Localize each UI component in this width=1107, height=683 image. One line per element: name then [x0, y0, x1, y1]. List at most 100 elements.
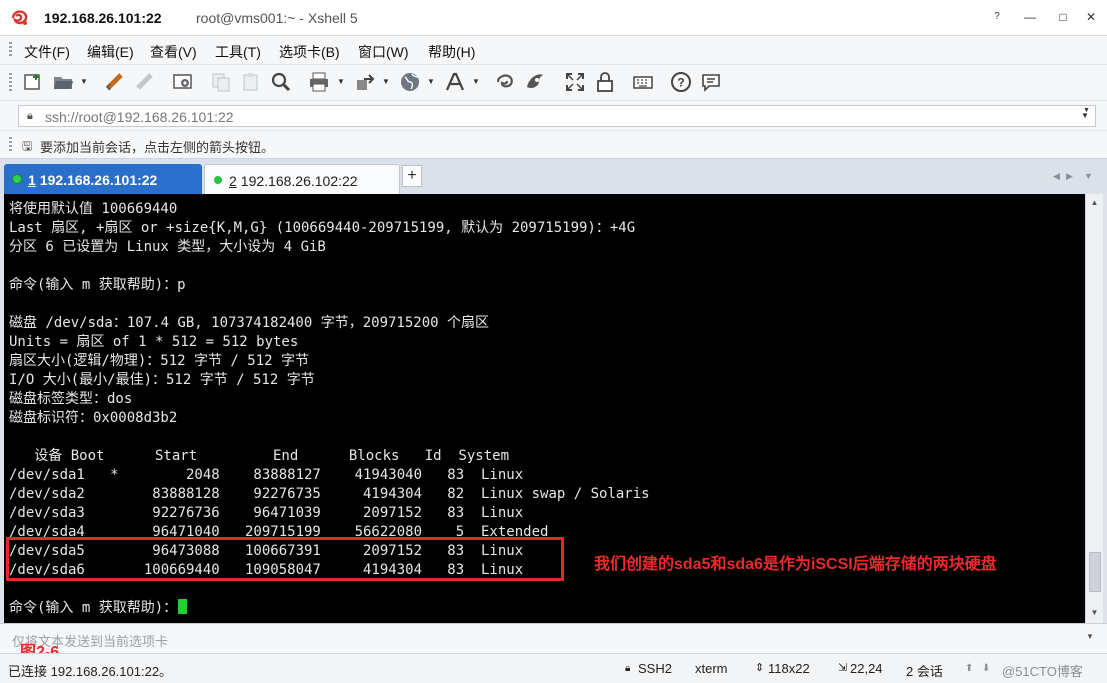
xshell-logo-icon: [11, 10, 28, 25]
tab-host: 192.168.26.101:22: [39, 172, 158, 188]
terminal-scrollbar[interactable]: ▲ ▼: [1085, 194, 1103, 623]
toolbar-grip: [9, 73, 12, 93]
close-button[interactable]: ✕: [1075, 4, 1107, 30]
terminal-size: 118x22: [768, 661, 810, 676]
terminal-line: I/O 大小(最小/最佳)：512 字节 / 512 字节: [9, 372, 315, 388]
session-hint-bar: 🖫︎ 要添加当前会话，点击左侧的箭头按钮。: [0, 130, 1107, 158]
copy-icon[interactable]: [210, 71, 232, 93]
terminal-line: Last 扇区, +扇区 or +size{K,M,G} (100669440-…: [9, 220, 636, 236]
terminal-line: 将使用默认值 100669440: [9, 201, 178, 217]
globe-dropdown-icon[interactable]: ▼: [427, 77, 435, 86]
scroll-down-icon[interactable]: ▼: [1086, 608, 1103, 617]
tab-session-2[interactable]: 2 192.168.26.102:22: [204, 164, 400, 195]
terminal-cursor: [178, 599, 188, 614]
font-dropdown-icon[interactable]: ▼: [472, 77, 480, 86]
chat-icon[interactable]: [700, 71, 722, 93]
highlight-box: [6, 537, 564, 581]
font-icon[interactable]: [444, 71, 466, 93]
menu-edit[interactable]: 编辑(E): [87, 42, 134, 62]
terminal-area[interactable]: 将使用默认值 100669440 Last 扇区, +扇区 or +size{K…: [4, 194, 1085, 623]
help-icon[interactable]: ?: [670, 71, 692, 93]
size-icon: ⇕: [755, 662, 765, 674]
terminal-line: 磁盘标识符：0x0008d3b2: [9, 410, 178, 426]
window-title: root@vms001:~ - Xshell 5: [196, 10, 358, 26]
terminal-type: xterm: [695, 661, 728, 676]
session-count: 2 会话: [906, 664, 943, 679]
maximize-button[interactable]: □: [1048, 4, 1078, 30]
menu-tabs[interactable]: 选项卡(B): [279, 42, 340, 62]
lock-icon[interactable]: [594, 71, 616, 93]
tab-number: 1: [28, 172, 36, 188]
keyboard-icon[interactable]: [632, 71, 654, 93]
window-title-host: 192.168.26.101:22: [44, 10, 162, 26]
toolbar-overflow-icon[interactable]: ▼: [1083, 107, 1090, 114]
connection-status: 已连接 192.168.26.101:22。: [8, 664, 173, 679]
cursor-position-icon: ⇲: [838, 662, 848, 674]
menu-grip: [9, 42, 12, 58]
tab-label: 2 192.168.26.102:22: [229, 173, 358, 189]
scroll-up-icon[interactable]: ▲: [1086, 198, 1103, 207]
disconnect-icon[interactable]: [134, 71, 156, 93]
tab-scroll-right-icon[interactable]: ▶: [1066, 171, 1073, 182]
status-up-icon[interactable]: ⬆: [965, 663, 973, 674]
window-help-button[interactable]: ?: [982, 4, 1012, 30]
reconnect-icon[interactable]: [104, 71, 126, 93]
transfer-icon[interactable]: [354, 71, 376, 93]
compose-dropdown-icon[interactable]: ▼: [1086, 632, 1094, 641]
tab-session-1[interactable]: 1 192.168.26.101:22: [4, 164, 202, 195]
fullscreen-icon[interactable]: [564, 71, 586, 93]
menu-window[interactable]: 窗口(W): [358, 42, 409, 62]
partition-row: /dev/sda1 * 2048 83888127 41943040 83 Li…: [9, 467, 524, 483]
xmanager-icon[interactable]: [524, 71, 546, 93]
session-hint-text: 要添加当前会话，点击左侧的箭头按钮。: [40, 140, 275, 155]
minimize-button[interactable]: —: [1015, 4, 1045, 30]
compose-bar[interactable]: 仅将文本发送到当前选项卡 图2-6 ▼: [0, 623, 1107, 661]
svg-text:?: ?: [677, 76, 684, 90]
terminal-line: 磁盘标签类型：dos: [9, 391, 133, 407]
print-icon[interactable]: [308, 71, 330, 93]
open-folder-icon[interactable]: [52, 71, 74, 93]
partition-row: /dev/sda3 92276736 96471039 2097152 83 L…: [9, 505, 524, 521]
tab-bar: 1 192.168.26.101:22 2 192.168.26.102:22 + …: [0, 158, 1107, 195]
xftp-icon[interactable]: [494, 71, 516, 93]
toolbar: ▼ ▼ ▼ ▼ ▼ ?: [0, 64, 1107, 100]
connected-status-icon: [214, 176, 222, 184]
cursor-position: 22,24: [850, 661, 883, 676]
open-dropdown-icon[interactable]: ▼: [80, 77, 88, 86]
terminal-line: 扇区大小(逻辑/物理)：512 字节 / 512 字节: [9, 353, 310, 369]
paste-icon[interactable]: [240, 71, 262, 93]
terminal-line: 命令(输入 m 获取帮助)：p: [9, 277, 186, 293]
print-dropdown-icon[interactable]: ▼: [337, 77, 345, 86]
find-icon[interactable]: [270, 71, 292, 93]
tab-scroll-left-icon[interactable]: ◀: [1053, 171, 1060, 182]
watermark: @51CTO博客: [1002, 664, 1083, 679]
menu-view[interactable]: 查看(V): [150, 42, 197, 62]
annotation-text: 我们创建的sda5和sda6是作为iSCSI后端存储的两块硬盘: [594, 556, 997, 573]
terminal-line: 磁盘 /dev/sda：107.4 GB, 107374182400 字节，20…: [9, 315, 490, 331]
transfer-dropdown-icon[interactable]: ▼: [382, 77, 390, 86]
partition-row: /dev/sda2 83888128 92276735 4194304 82 L…: [9, 486, 650, 502]
terminal-line: Units = 扇区 of 1 * 512 = 512 bytes: [9, 334, 299, 350]
globe-icon[interactable]: [399, 71, 421, 93]
terminal-prompt-line: 命令(输入 m 获取帮助)：: [9, 599, 650, 618]
prompt-text: 命令(输入 m 获取帮助)：: [9, 600, 178, 616]
scroll-thumb[interactable]: [1089, 552, 1101, 592]
hint-grip: [9, 137, 12, 153]
tab-number: 2: [229, 173, 237, 189]
new-session-icon[interactable]: [22, 71, 44, 93]
tab-label: 1 192.168.26.101:22: [28, 172, 157, 188]
menu-tools[interactable]: 工具(T): [215, 42, 261, 62]
address-input[interactable]: 🔒︎ ssh://root@192.168.26.101:22 ▼: [18, 105, 1096, 127]
properties-icon[interactable]: [172, 71, 194, 93]
title-bar: 192.168.26.101:22 root@vms001:~ - Xshell…: [0, 0, 1107, 36]
tab-list-icon[interactable]: ▼: [1084, 171, 1093, 181]
status-down-icon[interactable]: ⬇: [982, 663, 990, 674]
new-tab-button[interactable]: +: [402, 165, 422, 187]
bookmark-arrow-icon[interactable]: 🖫︎: [22, 137, 32, 158]
menu-file[interactable]: 文件(F): [24, 42, 70, 62]
menu-help[interactable]: 帮助(H): [428, 42, 475, 62]
